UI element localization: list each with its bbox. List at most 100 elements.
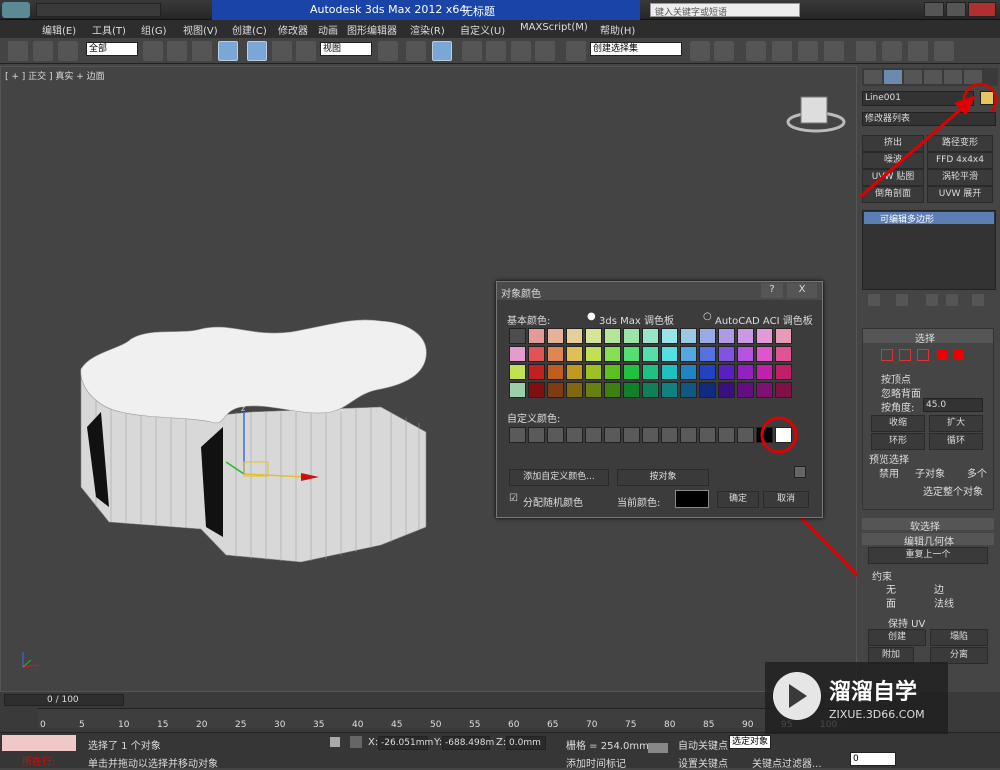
unlink-icon[interactable] [33,41,53,61]
menu-animation[interactable]: 动画 [318,22,338,37]
select-object-icon[interactable] [143,41,163,61]
constraint-normal-radio[interactable]: 法线 [934,595,954,610]
app-logo-icon[interactable] [2,2,30,18]
add-custom-color-button[interactable]: 添加自定义颜色... [509,469,609,486]
basic-color-swatch[interactable] [585,328,602,344]
radio-empty-icon[interactable]: ○ [703,311,712,322]
link-icon[interactable] [8,41,28,61]
maxscript-listener[interactable]: 所在行: [2,735,76,768]
basic-color-swatch[interactable] [604,328,621,344]
by-angle-checkbox[interactable]: 按角度: [881,399,914,414]
basic-color-swatch[interactable] [775,364,792,380]
basic-color-swatch[interactable] [509,382,526,398]
select-scale-icon[interactable] [296,41,316,61]
basic-color-swatch[interactable] [680,346,697,362]
basic-color-swatch[interactable] [756,382,773,398]
basic-color-swatch[interactable] [585,382,602,398]
x-coordinate-field[interactable]: -26.051mm [378,736,433,750]
current-color-swatch[interactable] [675,490,709,508]
basic-color-swatch[interactable] [661,382,678,398]
custom-color-swatch[interactable] [585,427,602,443]
modifier-stack[interactable]: 可编辑多边形 [862,210,996,290]
basic-color-swatch[interactable] [566,328,583,344]
basic-color-swatch[interactable] [756,364,773,380]
collapse-button[interactable]: 塌陷 [930,629,988,646]
basic-color-swatch[interactable] [642,382,659,398]
menu-group[interactable]: 组(G) [141,22,167,37]
basic-color-swatch[interactable] [585,364,602,380]
constraint-edge-radio[interactable]: 边 [934,581,944,596]
basic-color-swatch[interactable] [642,328,659,344]
y-coordinate-field[interactable]: -688.498m [442,736,494,750]
basic-color-swatch[interactable] [623,328,640,344]
constraint-face-radio[interactable]: 面 [886,595,896,610]
menu-maxscript[interactable]: MAXScript(M) [520,22,588,33]
window-minimize-button[interactable] [924,2,944,17]
by-object-button[interactable]: 按对象 [617,469,709,486]
basic-color-swatch[interactable] [756,346,773,362]
shrink-button[interactable]: 收缩 [871,415,925,432]
create-button[interactable]: 创建 [868,629,926,646]
preserve-uv-checkbox[interactable]: 保持 UV [888,615,925,630]
angle-snap-icon[interactable] [486,41,506,61]
select-move-icon[interactable] [247,41,267,61]
tab-motion[interactable] [924,70,942,84]
search-input[interactable]: 键入关键字或短语 [650,3,800,18]
preview-subobject-radio[interactable]: 子对象 [915,465,945,480]
basic-color-swatch[interactable] [604,364,621,380]
select-rotate-icon[interactable] [272,41,292,61]
basic-color-swatch[interactable] [528,382,545,398]
custom-color-swatch[interactable] [528,427,545,443]
spinner-snap-icon[interactable] [535,41,555,61]
basic-color-swatch[interactable] [566,382,583,398]
reference-coord-dropdown[interactable]: 视图 [320,42,372,56]
custom-color-swatch[interactable] [661,427,678,443]
window-crossing-icon[interactable] [218,41,238,61]
dialog-help-button[interactable]: ? [761,283,783,298]
menu-modifiers[interactable]: 修改器 [278,22,308,37]
material-editor-icon[interactable] [856,41,876,61]
extruded-object[interactable] [80,319,427,563]
tab-hierarchy[interactable] [904,70,922,84]
preview-disabled-radio[interactable]: 禁用 [879,465,899,480]
repeat-last-button[interactable]: 重复上一个 [868,547,988,564]
custom-color-swatch[interactable] [699,427,716,443]
absolute-mode-icon[interactable] [350,736,362,748]
constraint-none-radio[interactable]: 无 [886,581,896,596]
basic-color-swatch[interactable] [623,346,640,362]
rendered-frame-icon[interactable] [908,41,928,61]
bind-space-warp-icon[interactable] [58,41,78,61]
ignore-backfacing-checkbox[interactable]: 忽略背面 [881,385,921,400]
schematic-view-icon[interactable] [824,41,844,61]
viewcube[interactable] [786,96,846,133]
menu-create[interactable]: 创建(C) [232,22,267,37]
basic-color-swatch[interactable] [661,328,678,344]
layer-manager-icon[interactable] [746,41,766,61]
expand-palette-icon[interactable] [794,466,806,478]
basic-color-swatch[interactable] [547,364,564,380]
palette-3dsmax-radio[interactable]: 3ds Max 调色板 [599,312,674,327]
element-mode-icon[interactable] [953,349,963,359]
custom-color-swatch[interactable] [547,427,564,443]
pivot-center-icon[interactable] [378,41,398,61]
select-manipulate-icon[interactable] [406,41,426,61]
tab-create[interactable] [864,70,882,84]
percent-snap-icon[interactable] [511,41,531,61]
basic-color-swatch[interactable] [775,382,792,398]
basic-color-swatch[interactable] [566,364,583,380]
basic-color-swatch[interactable] [699,382,716,398]
menu-rendering[interactable]: 渲染(R) [410,22,445,37]
edit-geometry-header[interactable]: 编辑几何体 [862,533,994,548]
basic-color-swatch[interactable] [680,328,697,344]
show-end-result-icon[interactable] [896,294,908,306]
menu-help[interactable]: 帮助(H) [600,22,635,37]
window-maximize-button[interactable] [946,2,966,17]
basic-color-swatch[interactable] [737,364,754,380]
custom-color-swatch[interactable] [737,427,754,443]
selection-set-dropdown[interactable]: 选定对象 [729,735,771,749]
basic-color-swatch[interactable] [718,364,735,380]
basic-color-swatch[interactable] [585,346,602,362]
custom-color-swatch[interactable] [642,427,659,443]
loop-button[interactable]: 循环 [929,433,983,450]
render-production-icon[interactable] [934,41,954,61]
